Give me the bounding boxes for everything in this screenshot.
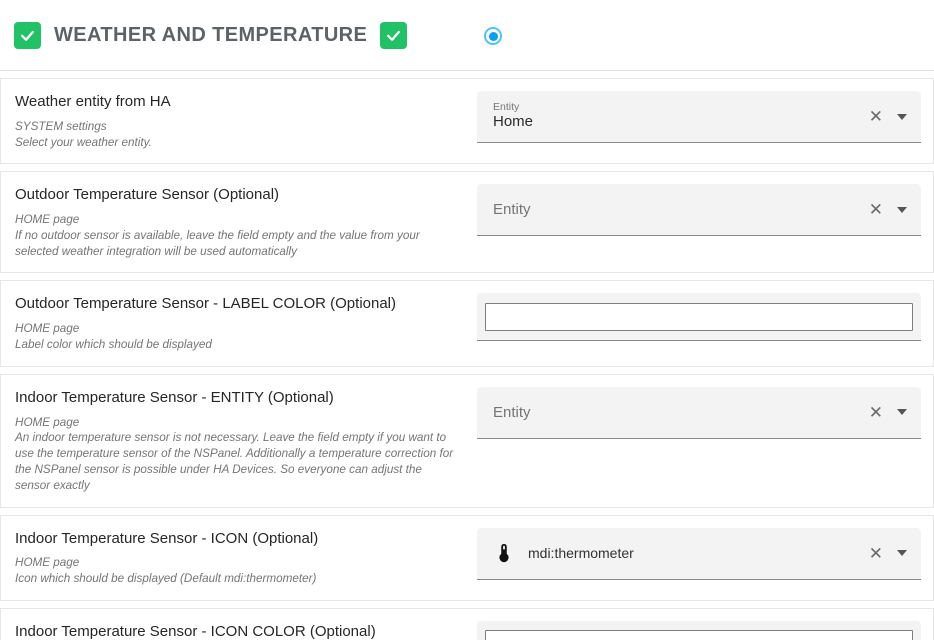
chevron-down-icon[interactable] — [897, 550, 907, 556]
settings-row: Indoor Temperature Sensor - ICON (Option… — [0, 515, 934, 601]
radio-dot-icon — [489, 32, 498, 41]
setting-scope: HOME page — [15, 555, 457, 571]
setting-title: Indoor Temperature Sensor - ENTITY (Opti… — [15, 389, 457, 408]
setting-control: mdi:thermometer ✕ — [477, 528, 921, 587]
section-radio[interactable] — [484, 27, 502, 45]
indoor-icon-color-input[interactable] — [485, 630, 913, 640]
setting-control — [477, 621, 921, 640]
setting-title: Indoor Temperature Sensor - ICON COLOR (… — [15, 623, 457, 640]
clear-icon[interactable]: ✕ — [869, 545, 883, 562]
clear-icon[interactable]: ✕ — [869, 108, 883, 125]
select-text: Entity — [493, 404, 869, 421]
input-container — [477, 621, 921, 640]
setting-control — [477, 293, 921, 352]
select-placeholder: Entity — [493, 404, 869, 421]
setting-title: Outdoor Temperature Sensor (Optional) — [15, 186, 457, 205]
settings-row: Outdoor Temperature Sensor (Optional) HO… — [0, 171, 934, 273]
section-header: WEATHER AND TEMPERATURE — [0, 0, 934, 71]
select-value: mdi:thermometer — [528, 545, 634, 561]
input-container — [477, 293, 921, 341]
setting-title: Weather entity from HA — [15, 93, 457, 112]
select-text: Entity — [493, 201, 869, 218]
select-placeholder: Entity — [493, 201, 869, 218]
setting-title: Outdoor Temperature Sensor - LABEL COLOR… — [15, 295, 457, 314]
setting-scope: HOME page — [15, 415, 457, 431]
section-title: WEATHER AND TEMPERATURE — [54, 24, 367, 47]
setting-title: Indoor Temperature Sensor - ICON (Option… — [15, 530, 457, 549]
outdoor-label-color-input[interactable] — [485, 303, 913, 331]
setting-control: Entity ✕ — [477, 184, 921, 259]
select-text: mdi:thermometer — [493, 542, 869, 564]
select-text: Entity Home — [493, 101, 869, 132]
settings-list: Weather entity from HA SYSTEM settings S… — [0, 71, 934, 640]
indoor-icon-select[interactable]: mdi:thermometer ✕ — [477, 528, 921, 580]
setting-description: An indoor temperature sensor is not nece… — [15, 430, 457, 493]
setting-text: Weather entity from HA SYSTEM settings S… — [1, 91, 477, 150]
select-value: Home — [493, 113, 869, 132]
setting-scope: HOME page — [15, 212, 457, 228]
weather-entity-select[interactable]: Entity Home ✕ — [477, 91, 921, 143]
select-floating-label: Entity — [493, 101, 869, 114]
setting-description: Select your weather entity. — [15, 135, 457, 151]
clear-icon[interactable]: ✕ — [869, 404, 883, 421]
setting-description: If no outdoor sensor is available, leave… — [15, 228, 457, 260]
setting-text: Indoor Temperature Sensor - ICON COLOR (… — [1, 621, 477, 640]
setting-text: Indoor Temperature Sensor - ICON (Option… — [1, 528, 477, 587]
setting-description: Icon which should be displayed (Default … — [15, 571, 457, 587]
settings-row: Outdoor Temperature Sensor - LABEL COLOR… — [0, 280, 934, 366]
settings-row: Weather entity from HA SYSTEM settings S… — [0, 78, 934, 164]
thermometer-icon — [493, 542, 515, 564]
settings-row: Indoor Temperature Sensor - ENTITY (Opti… — [0, 374, 934, 508]
setting-text: Indoor Temperature Sensor - ENTITY (Opti… — [1, 387, 477, 494]
setting-description: Label color which should be displayed — [15, 337, 457, 353]
clear-icon[interactable]: ✕ — [869, 201, 883, 218]
section-checkbox-left[interactable] — [14, 22, 41, 49]
setting-text: Outdoor Temperature Sensor - LABEL COLOR… — [1, 293, 477, 352]
outdoor-temp-entity-select[interactable]: Entity ✕ — [477, 184, 921, 236]
setting-text: Outdoor Temperature Sensor (Optional) HO… — [1, 184, 477, 259]
setting-scope: SYSTEM settings — [15, 119, 457, 135]
chevron-down-icon[interactable] — [897, 409, 907, 415]
chevron-down-icon[interactable] — [897, 114, 907, 120]
chevron-down-icon[interactable] — [897, 207, 907, 213]
check-icon — [385, 27, 402, 44]
setting-scope: HOME page — [15, 321, 457, 337]
check-icon — [19, 27, 36, 44]
settings-row: Indoor Temperature Sensor - ICON COLOR (… — [0, 608, 934, 640]
indoor-temp-entity-select[interactable]: Entity ✕ — [477, 387, 921, 439]
setting-control: Entity ✕ — [477, 387, 921, 494]
section-checkbox-right[interactable] — [380, 22, 407, 49]
setting-control: Entity Home ✕ — [477, 91, 921, 150]
